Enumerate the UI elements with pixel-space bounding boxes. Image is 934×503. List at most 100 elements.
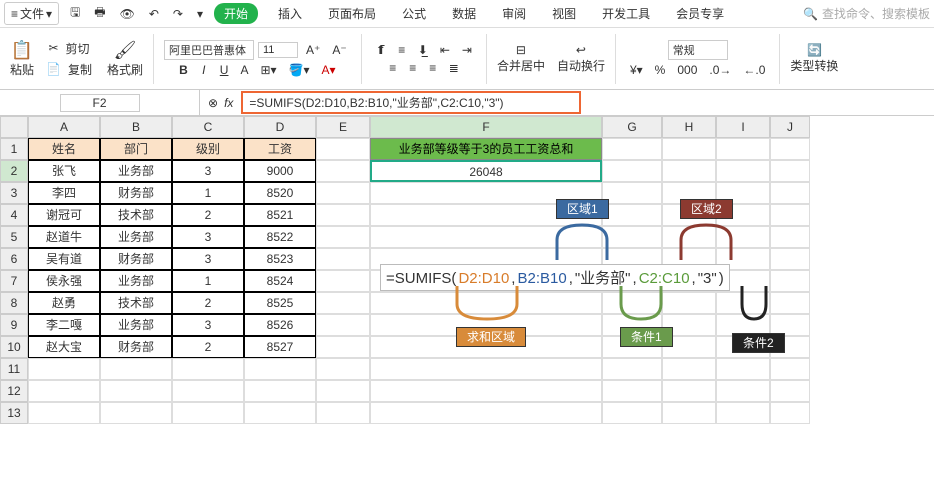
cell[interactable]: 1 [172,182,244,204]
cell[interactable]: 吴有道 [28,248,100,270]
cell[interactable]: 26048 [370,160,602,182]
cell[interactable] [316,402,370,424]
cell[interactable]: 李二嘎 [28,314,100,336]
redo-icon[interactable]: ↷ [170,6,186,22]
row-header[interactable]: 2 [0,160,28,182]
cell[interactable] [770,270,810,292]
cell[interactable] [28,358,100,380]
col-header[interactable]: J [770,116,810,138]
cell[interactable] [770,160,810,182]
cell[interactable]: 2 [172,336,244,358]
fx-icon[interactable]: fx [224,96,233,110]
cell[interactable] [172,380,244,402]
tab-home[interactable]: 开始 [214,3,258,24]
comma-icon[interactable]: 000 [673,62,701,78]
cell[interactable] [316,226,370,248]
cell[interactable] [316,182,370,204]
cell[interactable]: 8520 [244,182,316,204]
cell[interactable] [244,402,316,424]
formula-input[interactable]: =SUMIFS(D2:D10,B2:B10,"业务部",C2:C10,"3") [241,91,581,114]
cell[interactable]: 8527 [244,336,316,358]
cell[interactable] [716,380,770,402]
indent-right-icon[interactable]: ⇥ [458,42,476,58]
search-box[interactable]: 🔍 查找命令、搜索模板 [803,5,930,22]
underline-button[interactable]: U [216,62,233,78]
fmtpainter-button[interactable]: 🖌 格式刷 [103,38,147,80]
cell[interactable] [316,204,370,226]
row-header[interactable]: 5 [0,226,28,248]
cell[interactable]: 赵勇 [28,292,100,314]
cell[interactable]: 3 [172,160,244,182]
strike-button[interactable]: A [236,62,252,78]
cell[interactable] [370,402,602,424]
row-header[interactable]: 10 [0,336,28,358]
cell[interactable] [662,380,716,402]
align-just-icon[interactable]: ≣ [445,60,463,76]
cell[interactable] [662,358,716,380]
cell[interactable]: 赵大宝 [28,336,100,358]
cell[interactable] [28,380,100,402]
row-header[interactable]: 4 [0,204,28,226]
cancel-icon[interactable]: ⊗ [208,96,218,110]
cell[interactable] [316,292,370,314]
bold-button[interactable]: B [175,62,192,78]
cell[interactable] [662,402,716,424]
cell[interactable]: 姓名 [28,138,100,160]
cell[interactable]: 业务部 [100,314,172,336]
cell[interactable]: 技术部 [100,204,172,226]
cell[interactable] [602,182,662,204]
cell[interactable]: 技术部 [100,292,172,314]
cell[interactable] [316,270,370,292]
align-top-icon[interactable]: ⬆̄ [372,42,390,58]
cell[interactable]: 2 [172,204,244,226]
font-size-combo[interactable]: 11 [258,42,298,58]
cell[interactable]: 3 [172,226,244,248]
col-header[interactable]: H [662,116,716,138]
indent-left-icon[interactable]: ⇤ [436,42,454,58]
cell[interactable]: 业务部 [100,160,172,182]
cell[interactable] [602,402,662,424]
cell[interactable]: 谢冠可 [28,204,100,226]
tab-layout[interactable]: 页面布局 [322,3,382,24]
cut-button[interactable]: 剪切 [63,39,93,58]
dec-dec-icon[interactable]: ←.0 [739,62,769,78]
align-right-icon[interactable]: ≡ [425,60,441,76]
cell[interactable]: 李四 [28,182,100,204]
cell[interactable] [770,226,810,248]
wrap-button[interactable]: ↩ 自动换行 [553,41,609,76]
cell[interactable]: 3 [172,314,244,336]
cell[interactable]: 财务部 [100,336,172,358]
dropdown-icon[interactable]: ▾ [194,6,206,22]
cell[interactable] [770,204,810,226]
tab-dev[interactable]: 开发工具 [596,3,656,24]
cell[interactable] [770,358,810,380]
align-center-icon[interactable]: ≡ [405,60,421,76]
border-button[interactable]: ⊞▾ [256,62,280,78]
cell[interactable] [316,160,370,182]
row-header[interactable]: 7 [0,270,28,292]
tab-formula[interactable]: 公式 [396,3,432,24]
cell[interactable] [770,292,810,314]
col-header[interactable]: I [716,116,770,138]
cell[interactable]: 8521 [244,204,316,226]
row-header[interactable]: 8 [0,292,28,314]
cell[interactable] [100,402,172,424]
cell[interactable] [716,160,770,182]
cell[interactable] [770,380,810,402]
cell[interactable]: 8523 [244,248,316,270]
align-bot-icon[interactable]: ⬇̲ [414,42,432,58]
cell[interactable] [716,138,770,160]
save-icon[interactable]: 🖫 [67,2,83,25]
col-header[interactable]: A [28,116,100,138]
copy-button[interactable]: 复制 [65,60,95,79]
cell[interactable] [770,182,810,204]
cell[interactable]: 9000 [244,160,316,182]
cell[interactable] [602,380,662,402]
name-box[interactable]: F2 [60,94,140,112]
cell[interactable] [602,358,662,380]
font-name-combo[interactable]: 阿里巴巴普惠体 [164,40,254,60]
col-header[interactable]: C [172,116,244,138]
cell[interactable] [316,314,370,336]
row-header[interactable]: 9 [0,314,28,336]
cell[interactable]: 业务部 [100,226,172,248]
